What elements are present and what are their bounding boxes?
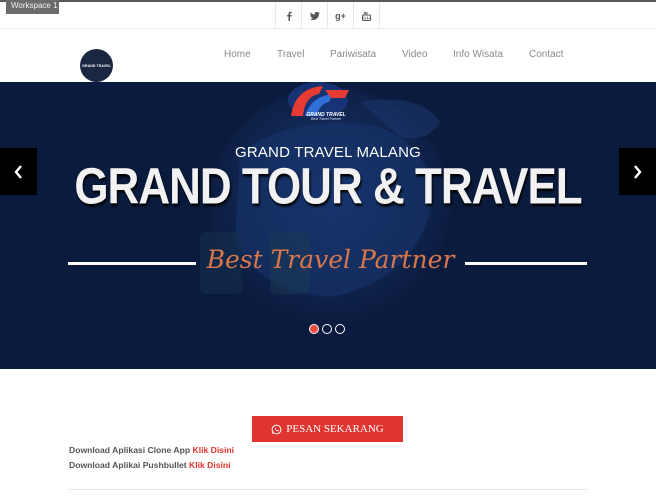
slider-dot-3[interactable]	[335, 324, 345, 334]
hero-slider: GRAND TRAVEL Best Travel Partner GRAND T…	[0, 82, 656, 369]
youtube-icon[interactable]	[354, 2, 380, 29]
download-clone-app-line: Download Aplikasi Clone App Klik Disini	[69, 445, 234, 456]
download-clone-app-link[interactable]: Klik Disini	[193, 445, 235, 455]
tagline-divider-right	[465, 262, 587, 265]
download-pushbullet-line: Download Aplikai Pushbullet Klik Disini	[69, 460, 231, 471]
nav-item-contact[interactable]: Contact	[529, 48, 563, 62]
slider-dot-2[interactable]	[322, 324, 332, 334]
slider-dot-1[interactable]	[309, 324, 319, 334]
social-bar: g+	[0, 2, 656, 29]
slider-pagination	[309, 324, 345, 334]
download-clone-app-text: Download Aplikasi Clone App	[69, 445, 191, 455]
order-now-label: PESAN SEKARANG	[286, 423, 384, 435]
download-pushbullet-text: Download Aplikai Pushbullet	[69, 460, 187, 470]
nav-menu: Home Travel Pariwisata Video Info Wisata…	[0, 48, 656, 62]
slider-next-button[interactable]	[619, 148, 656, 195]
grand-travel-emblem	[288, 82, 349, 118]
hero-tagline: Best Travel Partner	[206, 245, 455, 274]
main-navbar: GRAND TRAVEL Home Travel Pariwisata Vide…	[0, 30, 656, 82]
nav-item-home[interactable]: Home	[224, 48, 251, 62]
hero-title: GRAND TOUR & TRAVEL	[74, 158, 582, 216]
tagline-divider-left	[68, 262, 196, 265]
workspace-label: Workspace 1	[6, 0, 59, 14]
whatsapp-icon	[271, 424, 282, 434]
nav-item-video[interactable]: Video	[402, 48, 427, 62]
content-divider	[69, 489, 587, 490]
google-plus-icon[interactable]: g+	[328, 2, 354, 29]
emblem-brand-tagline: Best Travel Partner	[311, 117, 341, 121]
social-links: g+	[275, 2, 380, 29]
nav-item-pariwisata[interactable]: Pariwisata	[330, 48, 376, 62]
nav-item-travel[interactable]: Travel	[277, 48, 304, 62]
chevron-right-icon	[634, 164, 642, 179]
facebook-icon[interactable]	[276, 2, 302, 29]
twitter-icon[interactable]	[302, 2, 328, 29]
download-pushbullet-link[interactable]: Klik Disini	[189, 460, 231, 470]
chevron-left-icon	[14, 164, 22, 179]
slider-prev-button[interactable]	[0, 148, 37, 195]
nav-item-info-wisata[interactable]: Info Wisata	[453, 48, 503, 62]
order-now-button[interactable]: PESAN SEKARANG	[252, 416, 403, 442]
